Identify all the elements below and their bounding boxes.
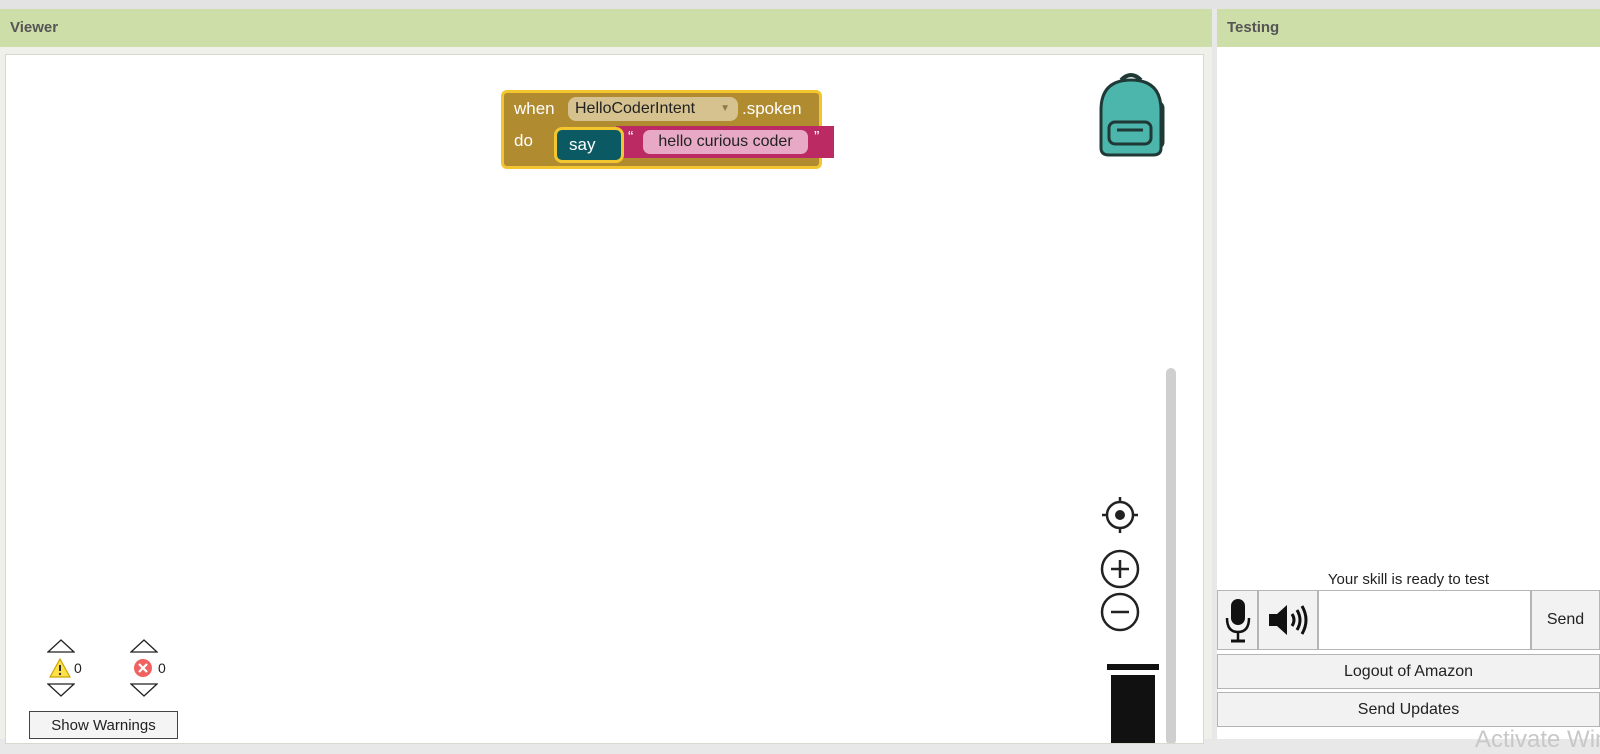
blocks-workspace[interactable]: when HelloCoderIntent ▼ .spoken do “ hel… <box>5 54 1204 744</box>
open-quote: “ <box>628 129 634 146</box>
intent-dropdown[interactable]: HelloCoderIntent ▼ <box>568 97 738 121</box>
send-button[interactable]: Send <box>1531 590 1600 650</box>
intent-name: HelloCoderIntent <box>575 100 696 117</box>
zoom-out-icon[interactable] <box>1099 591 1141 638</box>
error-prev-arrow[interactable] <box>130 639 158 653</box>
microphone-icon <box>1225 599 1250 643</box>
show-warnings-button[interactable]: Show Warnings <box>29 711 178 739</box>
say-label: say <box>569 135 596 154</box>
send-updates-button[interactable]: Send Updates <box>1217 692 1600 727</box>
error-count: 0 <box>158 660 166 676</box>
speaker-icon <box>1269 605 1308 635</box>
do-label: do <box>514 131 533 150</box>
trash-icon[interactable] <box>1103 661 1163 743</box>
viewer-header: Viewer <box>0 9 1212 47</box>
logout-button[interactable]: Logout of Amazon <box>1217 654 1600 689</box>
warning-count: 0 <box>74 660 82 676</box>
spoken-label: .spoken <box>742 99 802 118</box>
top-strip <box>0 0 1600 9</box>
viewer-panel: Viewer when HelloCoderIntent ▼ .spoken d… <box>0 9 1212 744</box>
utterance-input[interactable] <box>1318 590 1531 650</box>
dropdown-arrow-icon: ▼ <box>720 103 730 114</box>
microphone-button[interactable] <box>1217 590 1258 650</box>
say-text-field[interactable]: hello curious coder <box>643 130 808 154</box>
warning-icon <box>49 658 71 678</box>
skill-status-text: Your skill is ready to test <box>1327 571 1490 588</box>
error-icon <box>134 659 152 677</box>
event-block[interactable]: when HelloCoderIntent ▼ .spoken do “ hel… <box>501 90 834 169</box>
recenter-icon[interactable] <box>1100 495 1140 540</box>
testing-panel: Testing Your skill is ready to test Send… <box>1217 9 1600 753</box>
testing-header: Testing <box>1217 9 1600 47</box>
activate-windows-watermark: Activate Windows <box>1475 726 1600 753</box>
backpack-icon[interactable] <box>1091 70 1181 165</box>
warning-next-arrow[interactable] <box>47 683 75 697</box>
say-block[interactable]: say <box>554 127 624 163</box>
close-quote: ” <box>814 129 820 146</box>
zoom-in-icon[interactable] <box>1099 548 1141 595</box>
speaker-button[interactable] <box>1258 590 1318 650</box>
workspace-scrollbar[interactable] <box>1166 368 1176 743</box>
when-label: when <box>514 99 555 118</box>
error-next-arrow[interactable] <box>130 683 158 697</box>
text-string-block[interactable]: “ hello curious coder ” <box>616 126 834 158</box>
